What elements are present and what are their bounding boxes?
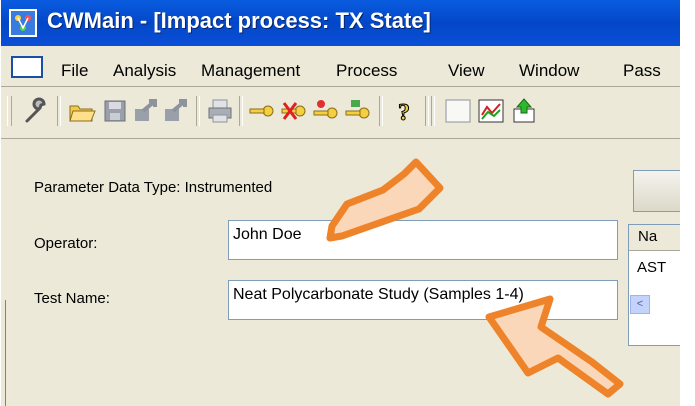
document-icon[interactable] — [11, 56, 43, 78]
menu-management[interactable]: Management — [201, 61, 300, 81]
help-icon[interactable]: ? — [389, 97, 419, 126]
key-icon[interactable] — [247, 97, 277, 125]
panel-border — [5, 300, 6, 406]
chart-icon[interactable] — [476, 97, 506, 125]
grid-column-header[interactable]: Na — [629, 225, 681, 251]
key-edit-icon[interactable] — [343, 97, 373, 125]
toolbar-separator — [239, 96, 243, 126]
toolbar-separator — [379, 96, 383, 126]
title-bar[interactable]: CWMain - [Impact process: TX State] — [1, 0, 681, 46]
menu-process[interactable]: Process — [336, 61, 397, 81]
print-icon[interactable] — [205, 97, 235, 125]
toolbar: ? — [1, 88, 681, 134]
grid-cell[interactable]: AST — [637, 259, 666, 276]
key-add-icon[interactable] — [311, 97, 341, 125]
wrench-icon[interactable] — [21, 97, 51, 125]
process-panel: Parameter Data Type: Instrumented Operat… — [1, 138, 681, 406]
menu-divider — [1, 86, 681, 87]
menu-pass[interactable]: Pass — [623, 61, 661, 81]
parameter-data-type-label: Parameter Data Type: Instrumented — [34, 179, 273, 196]
upload-icon[interactable] — [509, 97, 539, 125]
menu-file[interactable]: File — [61, 61, 88, 81]
export-icon[interactable] — [131, 97, 161, 125]
save-icon[interactable] — [100, 97, 130, 125]
toolbar-separator — [431, 96, 435, 126]
top-right-box[interactable] — [633, 170, 681, 212]
test-name-label: Test Name: — [34, 290, 110, 307]
toolbar-separator — [196, 96, 200, 126]
toolbar-separator — [57, 96, 61, 126]
app-window: CWMain - [Impact process: TX State] File… — [0, 0, 681, 406]
results-grid[interactable]: Na AST < — [628, 224, 681, 346]
operator-label: Operator: — [34, 235, 98, 252]
toolbar-grip[interactable] — [7, 96, 12, 126]
open-folder-icon[interactable] — [67, 97, 97, 125]
operator-field[interactable]: John Doe — [228, 220, 618, 260]
right-margin — [680, 0, 695, 406]
window-title: CWMain - [Impact process: TX State] — [47, 8, 431, 33]
menu-bar: File Analysis Management Process View Wi… — [1, 48, 681, 84]
toolbar-separator — [425, 96, 429, 126]
blank-icon[interactable] — [443, 97, 473, 125]
scroll-left-button[interactable]: < — [630, 295, 650, 314]
menu-view[interactable]: View — [448, 61, 485, 81]
app-icon — [9, 9, 37, 37]
menu-window[interactable]: Window — [519, 61, 579, 81]
svg-text:?: ? — [398, 100, 410, 125]
test-name-field[interactable]: Neat Polycarbonate Study (Samples 1-4) — [228, 280, 618, 320]
key-delete-icon[interactable] — [279, 97, 309, 125]
import-icon[interactable] — [161, 97, 191, 125]
menu-analysis[interactable]: Analysis — [113, 61, 176, 81]
